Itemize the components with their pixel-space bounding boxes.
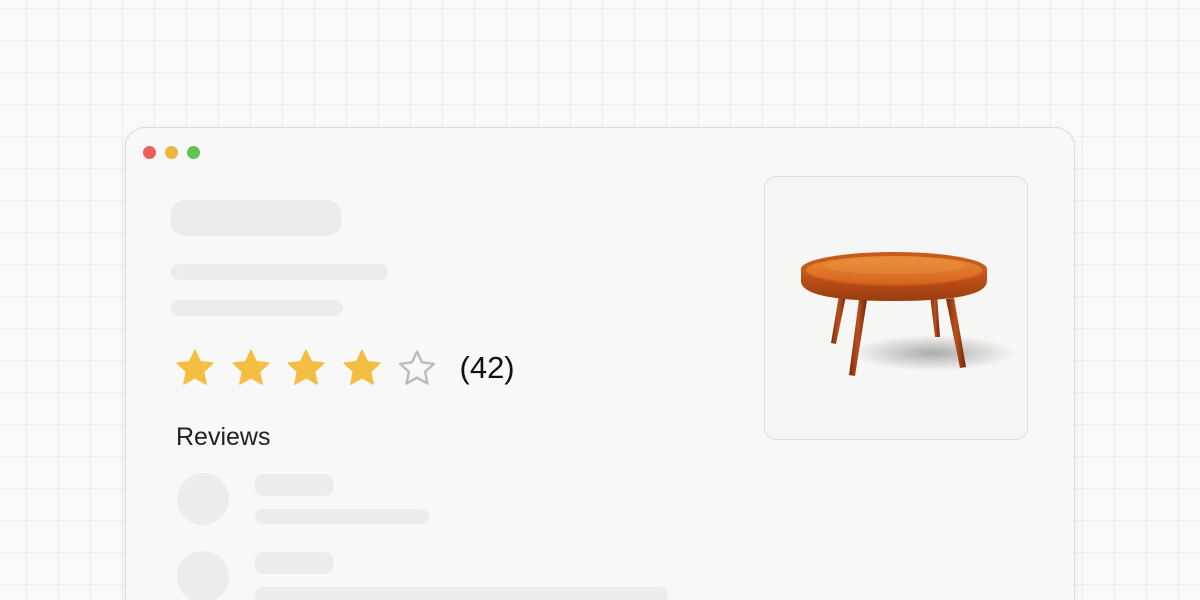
- product-image-card[interactable]: [764, 176, 1028, 440]
- reviews-heading: Reviews: [176, 423, 271, 451]
- star-filled-icon[interactable]: [174, 347, 216, 389]
- window-maximize-button[interactable]: [187, 146, 200, 159]
- review-text-placeholder: [255, 587, 668, 600]
- review-item: [177, 551, 677, 600]
- browser-window: (42) Reviews: [125, 127, 1075, 600]
- reviewer-name-placeholder: [255, 474, 333, 496]
- window-close-button[interactable]: [143, 146, 156, 159]
- reviewer-name-placeholder: [255, 552, 333, 574]
- window-minimize-button[interactable]: [165, 146, 178, 159]
- star-rating[interactable]: (42): [174, 346, 515, 390]
- review-count: (42): [459, 350, 515, 385]
- round-wooden-coffee-table-icon: [801, 252, 1015, 376]
- star-filled-icon[interactable]: [285, 347, 327, 389]
- product-price-placeholder: [171, 300, 343, 316]
- product-subtitle-placeholder: [171, 264, 388, 280]
- star-filled-icon[interactable]: [230, 347, 272, 389]
- review-text-placeholder: [255, 509, 429, 524]
- product-title-placeholder: [171, 200, 341, 236]
- review-item: [177, 473, 677, 533]
- star-empty-icon[interactable]: [396, 347, 438, 389]
- star-filled-icon[interactable]: [341, 347, 383, 389]
- reviewer-avatar-placeholder: [177, 473, 229, 525]
- reviewer-avatar-placeholder: [177, 551, 229, 600]
